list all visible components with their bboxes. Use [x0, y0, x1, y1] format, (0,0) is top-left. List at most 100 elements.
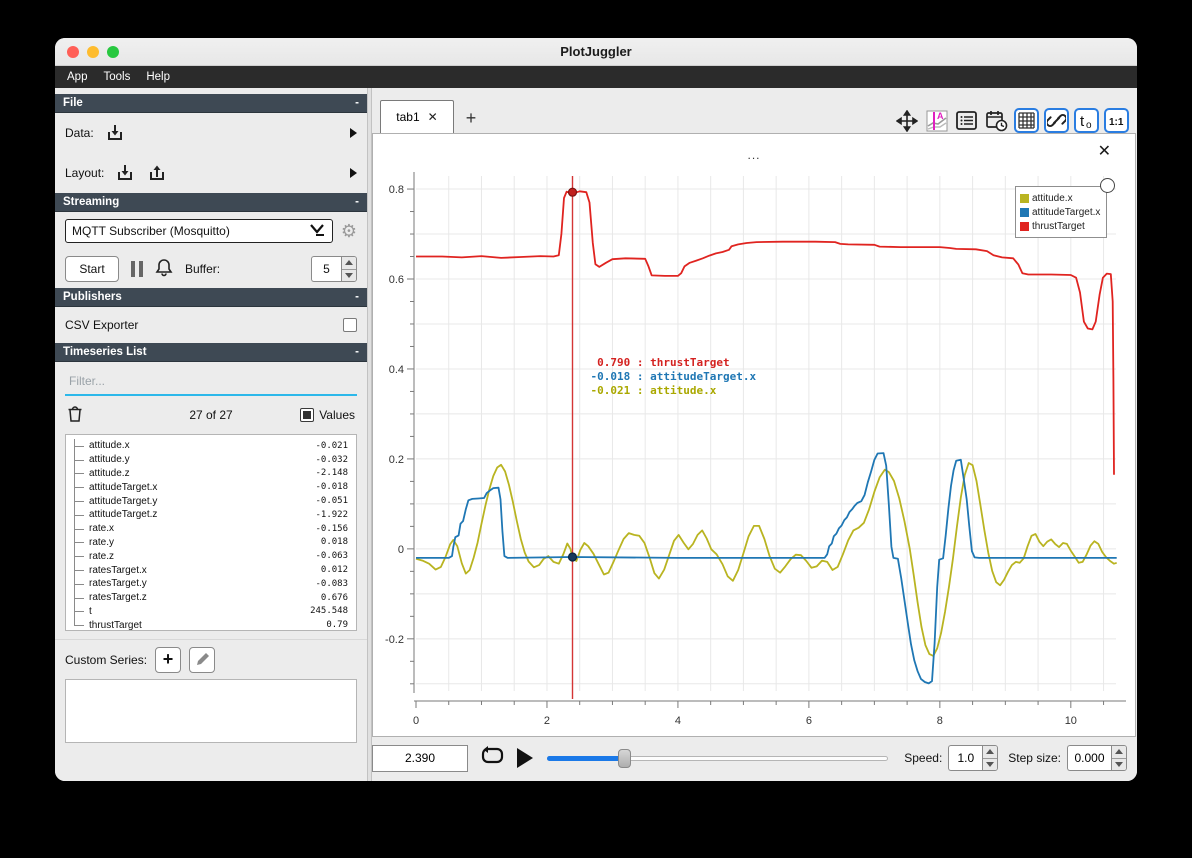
close-plot-icon[interactable]: ✕: [1098, 144, 1111, 160]
menu-app[interactable]: App: [59, 71, 95, 83]
series-line-attitudeTarget.x[interactable]: [416, 452, 1117, 685]
legend-entry[interactable]: attitude.x: [1020, 191, 1102, 205]
buffer-spinner[interactable]: 5: [311, 256, 357, 282]
section-header-file[interactable]: File -: [55, 94, 367, 113]
pause-icon[interactable]: [131, 261, 143, 277]
step-size-value: 0.000: [1067, 745, 1111, 771]
add-custom-series-button[interactable]: +: [155, 646, 182, 673]
speed-spinner[interactable]: 1.0: [948, 745, 999, 771]
plot-panel: tab1 ✕ + A t o 1:1 ... ✕ -0.2 0 0.2 0.4 …: [372, 88, 1137, 781]
speed-value: 1.0: [948, 745, 983, 771]
plot-area[interactable]: ... ✕ -0.2 0 0.2 0.4 0.6 0.8 0 2 4 6 8 10 0.790 : t…: [372, 133, 1136, 737]
plot-title[interactable]: ...: [373, 148, 1135, 162]
legend-swatch: [1020, 207, 1029, 217]
legend-list-button[interactable]: [954, 108, 979, 133]
menu-tools[interactable]: Tools: [95, 71, 138, 83]
spin-down-button[interactable]: [342, 268, 356, 281]
collapse-icon: -: [355, 196, 359, 208]
bell-icon[interactable]: [155, 258, 173, 280]
timeseries-row[interactable]: t 245.548: [72, 604, 356, 619]
time-offset-button[interactable]: t o: [1074, 108, 1099, 133]
svg-text:-0.2: -0.2: [385, 634, 404, 646]
timeseries-row[interactable]: attitudeTarget.z -1.922: [72, 507, 356, 522]
timeseries-list[interactable]: attitude.x -0.021 attitude.y -0.032 attitude…: [65, 434, 357, 631]
slider-handle[interactable]: [617, 748, 631, 768]
datetime-scale-button[interactable]: [984, 108, 1009, 133]
data-row: Data:: [55, 113, 367, 153]
layout-menu-arrow-icon[interactable]: [350, 168, 357, 178]
close-tab-icon[interactable]: ✕: [428, 110, 438, 124]
legend-entry[interactable]: attitudeTarget.x: [1020, 205, 1102, 219]
loop-icon[interactable]: [480, 745, 505, 772]
timeseries-row[interactable]: attitudeTarget.y -0.051: [72, 494, 356, 508]
series-line-attitude.x[interactable]: [415, 462, 1117, 657]
tab-label: tab1: [396, 110, 420, 124]
timeseries-row[interactable]: rate.y 0.018: [72, 535, 356, 550]
plot-style-button[interactable]: A: [924, 108, 949, 133]
legend-series-name: attitude.x: [1032, 192, 1073, 204]
spin-down-button[interactable]: [1112, 757, 1126, 770]
tab-tab1[interactable]: tab1 ✕: [380, 100, 454, 133]
play-button[interactable]: [517, 748, 533, 768]
streaming-source-select[interactable]: MQTT Subscriber (Mosquitto): [65, 219, 333, 243]
filter-input[interactable]: [65, 372, 357, 396]
timeline-slider[interactable]: [547, 748, 889, 768]
save-layout-icon[interactable]: [146, 162, 168, 184]
gear-icon[interactable]: ⚙: [341, 222, 357, 240]
timeseries-row[interactable]: rate.x -0.156: [72, 521, 356, 536]
timeseries-row[interactable]: attitudeTarget.x -0.018: [72, 480, 356, 494]
streaming-source-value: MQTT Subscriber (Mosquitto): [72, 224, 230, 238]
move-arrows-button[interactable]: [894, 108, 919, 133]
timeseries-row[interactable]: thrustTarget 0.79: [72, 618, 356, 631]
timeseries-value: 0.676: [320, 592, 348, 603]
timeseries-value: 245.548: [310, 606, 348, 617]
custom-series-list[interactable]: [65, 679, 357, 743]
timeseries-value: -0.051: [315, 496, 348, 507]
collapse-icon: -: [355, 291, 359, 303]
edit-custom-series-button[interactable]: [189, 646, 216, 673]
svg-text:0.6: 0.6: [389, 274, 404, 286]
timeseries-row[interactable]: attitude.y -0.032: [72, 452, 356, 467]
legend-drag-handle-icon[interactable]: [1100, 178, 1115, 193]
timeseries-value: -0.156: [315, 523, 348, 534]
timeseries-row[interactable]: attitude.z -2.148: [72, 466, 356, 481]
section-header-publishers[interactable]: Publishers -: [55, 288, 367, 307]
spin-up-button[interactable]: [342, 257, 356, 269]
data-menu-arrow-icon[interactable]: [350, 128, 357, 138]
start-button[interactable]: Start: [65, 256, 119, 282]
spin-up-button[interactable]: [1112, 746, 1126, 758]
timeseries-row[interactable]: rate.z -0.063: [72, 549, 356, 563]
timeseries-row[interactable]: ratesTarget.x 0.012: [72, 563, 356, 577]
timeseries-row[interactable]: attitude.x -0.021: [72, 439, 356, 453]
csv-exporter-checkbox[interactable]: [343, 318, 357, 332]
current-time-field[interactable]: 2.390: [372, 744, 468, 772]
timeseries-name: ratesTarget.x: [89, 564, 147, 576]
values-checkbox[interactable]: [300, 408, 315, 422]
link-axes-button[interactable]: [1044, 108, 1069, 133]
load-layout-icon[interactable]: [114, 162, 136, 184]
add-tab-button[interactable]: +: [454, 103, 488, 133]
tree-branch-icon: [72, 563, 89, 577]
timeseries-value: 0.79: [326, 620, 348, 631]
spin-down-button[interactable]: [983, 757, 998, 770]
legend-swatch: [1020, 221, 1029, 231]
ratio-1-1-button[interactable]: 1:1: [1104, 108, 1129, 133]
timeseries-row[interactable]: ratesTarget.z 0.676: [72, 590, 356, 605]
timeseries-value: -2.148: [315, 468, 348, 479]
timeseries-value: -1.922: [315, 509, 348, 520]
section-header-streaming[interactable]: Streaming -: [55, 193, 367, 212]
timeseries-name: t: [89, 605, 92, 617]
section-header-timeseries[interactable]: Timeseries List -: [55, 343, 367, 362]
menu-help[interactable]: Help: [138, 71, 178, 83]
spin-up-button[interactable]: [983, 746, 998, 758]
load-data-icon[interactable]: [104, 122, 126, 144]
collapse-icon: -: [355, 346, 359, 358]
window-title: PlotJuggler: [560, 44, 632, 59]
svg-text:6: 6: [806, 715, 812, 727]
legend-entry[interactable]: thrustTarget: [1020, 219, 1102, 233]
title-bar: PlotJuggler: [55, 38, 1137, 66]
step-size-spinner[interactable]: 0.000: [1067, 745, 1127, 771]
legend[interactable]: attitude.x attitudeTarget.x thrustTarget: [1015, 178, 1115, 238]
show-grid-button[interactable]: [1014, 108, 1039, 133]
timeseries-row[interactable]: ratesTarget.y -0.083: [72, 576, 356, 591]
